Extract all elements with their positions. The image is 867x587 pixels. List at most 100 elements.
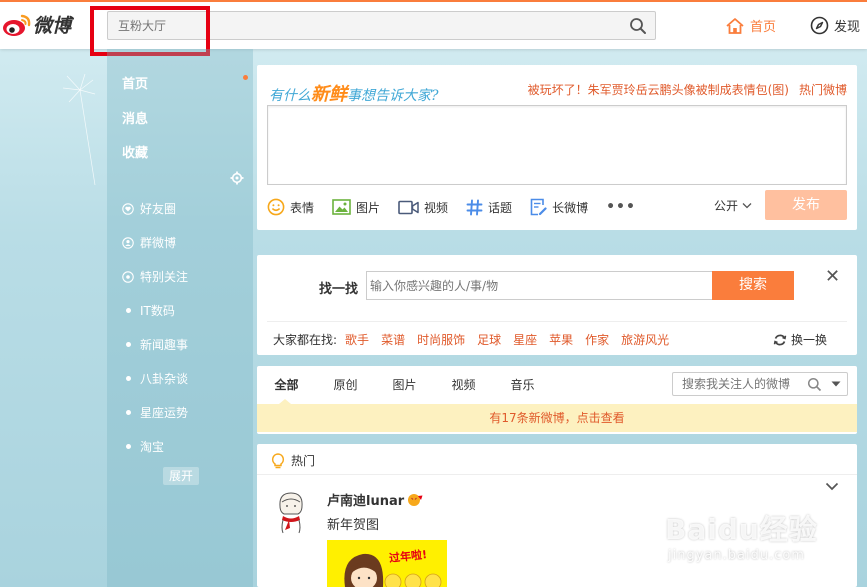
refresh-label: 换一换: [791, 333, 828, 347]
divider: [257, 474, 857, 475]
expand-button[interactable]: 展开: [163, 467, 199, 485]
post-text: 新年贺图: [327, 518, 380, 533]
prompt-prefix: 有什么: [269, 88, 311, 104]
sidebar-item-special-follow[interactable]: 特别关注: [122, 268, 188, 285]
sidebar-item-favorites[interactable]: 收藏: [122, 142, 148, 161]
nav-discover-label: 发现: [834, 20, 861, 35]
video-button[interactable]: 视频: [398, 199, 448, 216]
heart-circle-icon: [122, 202, 134, 215]
keyword-link[interactable]: 足球: [477, 331, 501, 348]
refresh-keywords-button[interactable]: 换一换: [773, 331, 827, 348]
bullet-icon: [126, 376, 131, 381]
tab-original[interactable]: 原创: [316, 366, 375, 404]
topic-button[interactable]: 话题: [466, 199, 512, 216]
keyword-link[interactable]: 菜谱: [381, 331, 405, 348]
logo-text: 微博: [33, 15, 72, 37]
sidebar-item-it-digital[interactable]: IT数码: [122, 302, 175, 319]
video-icon: [398, 200, 419, 214]
caret-down-icon[interactable]: [831, 381, 841, 387]
smile-icon: [267, 198, 285, 216]
hashtag-icon: [466, 199, 483, 215]
finder-input[interactable]: [366, 271, 712, 300]
nav-home[interactable]: 首页: [725, 16, 776, 35]
feed-search-input[interactable]: [673, 377, 803, 391]
trending-label: 大家都在找:: [273, 333, 338, 347]
composer-card: 有什么新鲜事想告诉大家? 被玩坏了！朱军贾玲岳云鹏头像被制成表情包(图) 热门微博…: [257, 65, 857, 230]
sidebar-item-news[interactable]: 新闻趣事: [122, 336, 188, 353]
emoji-button[interactable]: 表情: [267, 198, 314, 216]
baidu-watermark-url: jingyan.baidu.com: [668, 548, 805, 563]
bullet-icon: [126, 410, 131, 415]
close-icon[interactable]: ✕: [825, 266, 840, 287]
bullet-icon: [126, 444, 131, 449]
tool-label: 话题: [488, 200, 513, 215]
keyword-link[interactable]: 作家: [585, 331, 609, 348]
new-posts-banner[interactable]: 有17条新微博，点击查看: [257, 404, 857, 432]
verified-badge-icon: [408, 493, 423, 506]
hot-weibo-link[interactable]: 热门微博: [799, 83, 847, 97]
home-icon: [726, 17, 744, 34]
search-icon[interactable]: [629, 17, 647, 35]
username-link[interactable]: 卢南迪lunar: [327, 490, 404, 509]
keyword-link[interactable]: 歌手: [345, 331, 369, 348]
keyword-link[interactable]: 星座: [513, 331, 537, 348]
tool-label: 图片: [356, 200, 381, 215]
weibo-eye-icon: [3, 14, 31, 36]
tab-all[interactable]: 全部: [257, 366, 316, 404]
weibo-logo[interactable]: 微博: [2, 11, 71, 38]
visibility-dropdown[interactable]: 公开: [714, 197, 752, 214]
keyword-link[interactable]: 时尚服饰: [417, 331, 465, 348]
trending-keywords: 大家都在找: 歌手 菜谱 时尚服饰 足球 星座 苹果 作家 旅游风光: [273, 331, 681, 348]
sidebar-item-gossip[interactable]: 八卦杂谈: [122, 370, 188, 387]
hot-section-header: 热门: [271, 452, 315, 469]
long-post-button[interactable]: 长微博: [530, 198, 588, 216]
composer-toolbar: 表情 图片 视频 话题 长微博 •••: [267, 197, 654, 217]
people-icon: [122, 236, 134, 249]
hot-section-label: 热门: [291, 454, 316, 468]
search-icon[interactable]: [807, 377, 822, 392]
keyword-link[interactable]: 旅游风光: [621, 331, 669, 348]
image-icon: [332, 199, 351, 215]
post-image[interactable]: 过年啦!: [327, 540, 447, 587]
keyword-link[interactable]: 苹果: [549, 331, 573, 348]
sidebar-item-label: 特别关注: [140, 270, 189, 284]
nav-discover[interactable]: 发现: [810, 16, 860, 35]
sidebar-item-label: 淘宝: [140, 440, 165, 454]
long-post-icon: [530, 198, 547, 216]
chevron-down-icon[interactable]: [825, 482, 839, 491]
tab-videos[interactable]: 视频: [434, 366, 493, 404]
feed-tabs: 全部 原创 图片 视频 音乐: [257, 366, 552, 404]
publish-button[interactable]: 发布: [765, 190, 847, 220]
sidebar-item-home[interactable]: 首页: [122, 73, 148, 92]
finder-search-button[interactable]: 搜索: [712, 271, 794, 300]
post-author: 卢南迪lunar: [327, 490, 424, 509]
compose-textarea[interactable]: [267, 105, 847, 185]
tab-music[interactable]: 音乐: [493, 366, 552, 404]
sidebar-item-taobao[interactable]: 淘宝: [122, 438, 164, 455]
bullet-icon: [126, 308, 131, 313]
cartoon-illustration-icon: [344, 553, 442, 587]
tab-images[interactable]: 图片: [375, 366, 434, 404]
sidebar-item-label: 八卦杂谈: [140, 372, 189, 386]
sidebar-item-label: 新闻趣事: [140, 338, 189, 352]
eye-icon: [122, 270, 134, 283]
hot-headline-bar: 被玩坏了！朱军贾玲岳云鹏头像被制成表情包(图) 热门微博: [528, 81, 847, 98]
visibility-label: 公开: [714, 199, 739, 213]
sidebar-item-label: 星座运势: [140, 406, 189, 420]
finder-card: 找一找 搜索 ✕ 大家都在找: 歌手 菜谱 时尚服饰 足球 星座 苹果 作家 旅…: [257, 255, 857, 355]
image-button[interactable]: 图片: [332, 199, 380, 216]
feed-tabs-card: 全部 原创 图片 视频 音乐 有17条新微博，点击查看: [257, 366, 857, 434]
sidebar-item-friends-circle[interactable]: 好友圈: [122, 200, 176, 217]
composer-prompt: 有什么新鲜事想告诉大家?: [269, 80, 439, 106]
sidebar-item-label: IT数码: [140, 304, 175, 318]
avatar[interactable]: [271, 488, 311, 534]
hot-headline-link[interactable]: 被玩坏了！朱军贾玲岳云鹏头像被制成表情包(图): [528, 83, 789, 97]
more-tools-button[interactable]: •••: [606, 199, 636, 215]
sidebar-item-group-weibo[interactable]: 群微博: [122, 234, 176, 251]
global-search-input[interactable]: [108, 12, 618, 39]
global-search: [107, 11, 656, 40]
unread-dot: [243, 75, 248, 80]
gear-icon[interactable]: [230, 171, 244, 185]
sidebar-item-horoscope[interactable]: 星座运势: [122, 404, 188, 421]
sidebar-item-messages[interactable]: 消息: [122, 108, 148, 127]
